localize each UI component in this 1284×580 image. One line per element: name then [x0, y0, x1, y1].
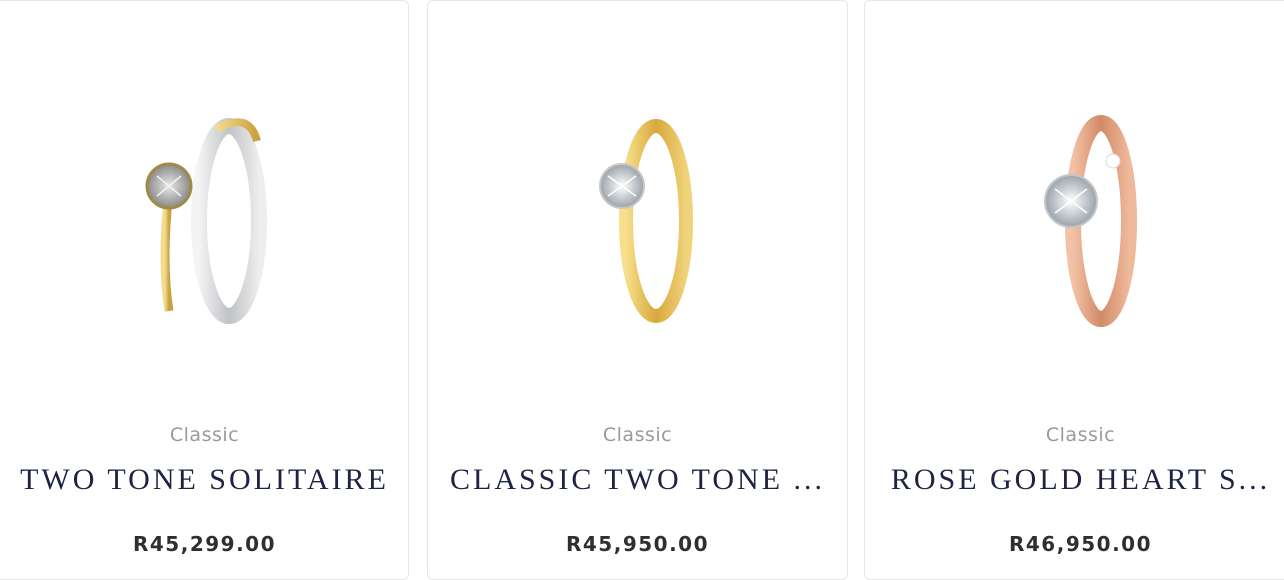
rose-gold-ring-icon	[1043, 115, 1137, 327]
product-price: R45,299.00	[132, 532, 276, 556]
product-title[interactable]: CLASSIC TWO TONE ...	[438, 463, 837, 497]
product-grid: Classic TWO TONE SOLITAIRE R45,299.00 Cl…	[0, 0, 1284, 580]
product-category: Classic	[169, 424, 240, 446]
product-image[interactable]	[865, 61, 1284, 361]
product-card[interactable]: Classic CLASSIC TWO TONE ... R45,950.00	[427, 0, 848, 580]
product-image[interactable]	[0, 61, 408, 361]
product-title[interactable]: ROSE GOLD HEART S...	[875, 463, 1284, 497]
product-price: R46,950.00	[1008, 532, 1152, 556]
two-tone-ring-icon	[145, 118, 267, 324]
yellow-gold-ring-icon	[598, 119, 693, 323]
product-title[interactable]: TWO TONE SOLITAIRE	[0, 463, 398, 497]
product-card[interactable]: Classic TWO TONE SOLITAIRE R45,299.00	[0, 0, 409, 580]
product-card[interactable]: Classic ROSE GOLD HEART S... R46,950.00	[864, 0, 1284, 580]
product-image[interactable]	[428, 61, 847, 361]
product-category: Classic	[1045, 424, 1116, 446]
product-price: R45,950.00	[565, 532, 709, 556]
product-category: Classic	[602, 424, 673, 446]
